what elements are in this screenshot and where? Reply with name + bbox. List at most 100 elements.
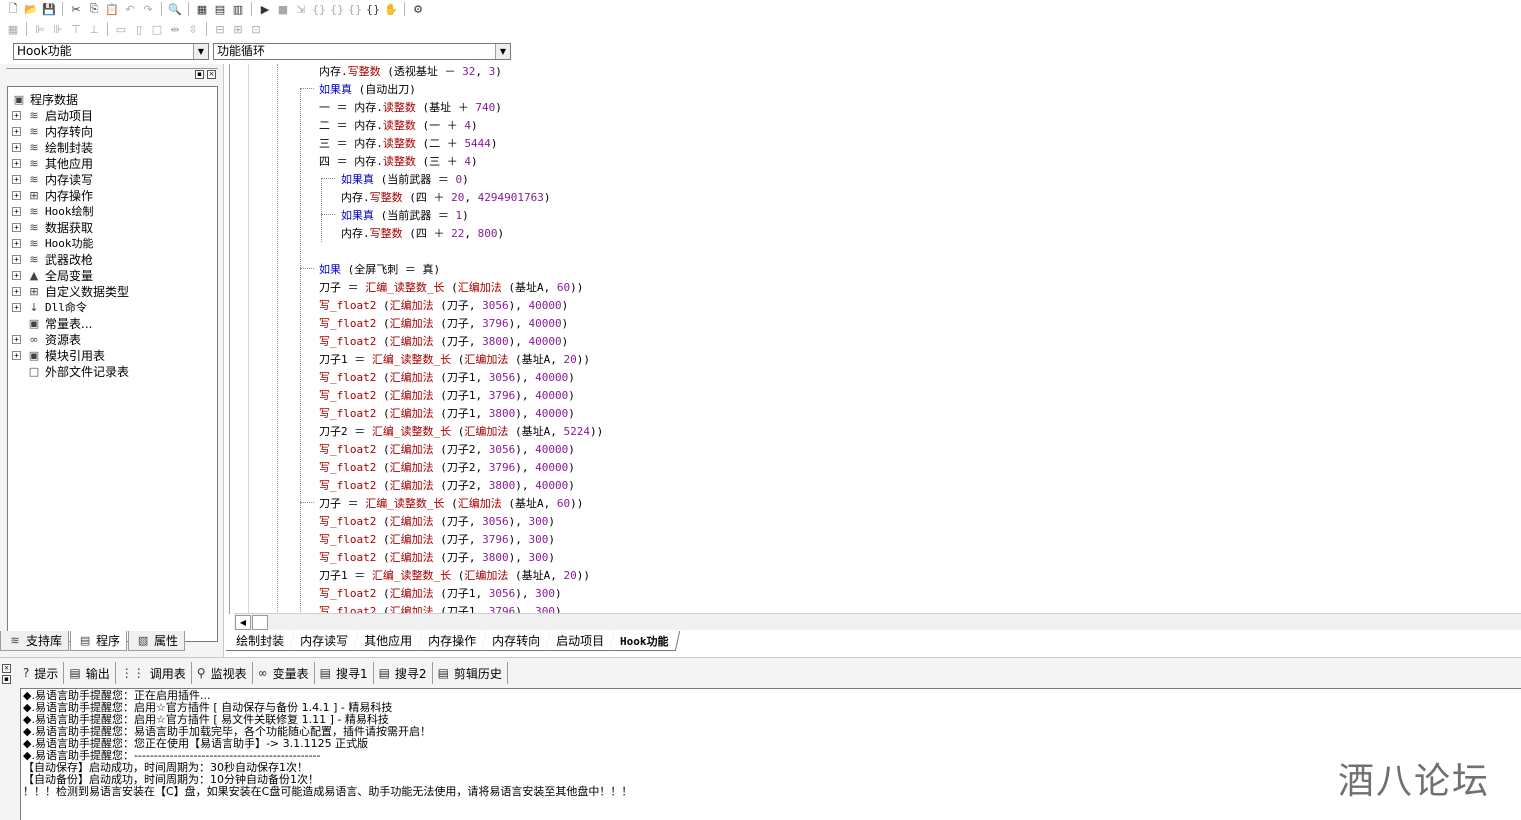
chevron-down-icon[interactable]: ▼ xyxy=(495,44,510,59)
space-h-icon[interactable]: ⇹ xyxy=(166,21,184,38)
tree-item[interactable]: + ▲ 全局变量 xyxy=(12,267,93,283)
code-line[interactable]: 写_float2 (汇编加法 (刀子1, 3800), 40000) xyxy=(319,405,575,423)
code-line[interactable]: 写_float2 (汇编加法 (刀子1, 3056), 40000) xyxy=(319,369,575,387)
editor-tab[interactable]: 内存操作 xyxy=(417,631,488,651)
expand-icon[interactable]: + xyxy=(12,238,21,248)
output-tab[interactable]: ▤ 搜寻1 xyxy=(315,662,374,684)
expand-icon[interactable]: + xyxy=(12,286,21,296)
code-line[interactable]: 刀子 ＝ 汇编_读整数_长 (汇编加法 (基址A, 60)) xyxy=(319,495,583,513)
subroutine-selector[interactable]: 功能循环 ▼ xyxy=(213,43,511,60)
tree-item[interactable]: □ 外部文件记录表 xyxy=(12,363,129,379)
tree-item[interactable]: + ≋ Hook功能 xyxy=(12,235,94,251)
copy-icon[interactable]: ⎘ xyxy=(85,1,103,18)
tree-item[interactable]: + ⊞ 自定义数据类型 xyxy=(12,283,129,299)
center-both-icon[interactable]: ⊡ xyxy=(247,21,265,38)
code-line[interactable]: 写_float2 (汇编加法 (刀子, 3056), 300) xyxy=(319,513,555,531)
output-tab[interactable]: ▤ 搜寻2 xyxy=(374,662,433,684)
undo-icon[interactable]: ↶ xyxy=(121,1,139,18)
code-line[interactable]: 如果 (全屏飞刺 ＝ 真) xyxy=(319,261,440,279)
tab-program[interactable]: ▤ 程序 xyxy=(70,631,128,651)
code-line[interactable]: 如果真 (当前武器 ＝ 1) xyxy=(341,207,469,225)
redo-icon[interactable]: ↷ xyxy=(139,1,157,18)
step-over-icon[interactable]: {} xyxy=(328,1,346,18)
restore-icon[interactable]: ▪ xyxy=(195,70,204,79)
code-line[interactable]: 写_float2 (汇编加法 (刀子1, 3796), 40000) xyxy=(319,387,575,405)
find-icon[interactable]: 🔍 xyxy=(166,1,184,18)
code-line[interactable]: 四 ＝ 内存.读整数 (三 ＋ 4) xyxy=(319,153,478,171)
code-line[interactable]: 写_float2 (汇编加法 (刀子, 3800), 40000) xyxy=(319,333,568,351)
align-middle-icon[interactable]: ⊥ xyxy=(85,21,103,38)
expand-icon[interactable]: + xyxy=(12,254,21,264)
tree-item[interactable]: + ⊞ 内存操作 xyxy=(12,187,93,203)
code-line[interactable]: 如果真 (当前武器 ＝ 0) xyxy=(341,171,469,189)
tree-root[interactable]: ▣ 程序数据 xyxy=(11,91,78,107)
output-tab[interactable]: ? 提示 xyxy=(18,662,65,684)
editor-tab[interactable]: 内存读写 xyxy=(289,631,360,651)
output-tab[interactable]: ⋮⋮ 调用表 xyxy=(116,662,192,684)
output-tab[interactable]: ▤ 输出 xyxy=(64,662,116,684)
code-line[interactable]: 内存.写整数 (四 ＋ 22, 800) xyxy=(341,225,504,243)
expand-icon[interactable]: + xyxy=(12,350,21,360)
center-h-icon[interactable]: ⊟ xyxy=(211,21,229,38)
expand-icon[interactable]: + xyxy=(12,174,21,184)
editor-tab[interactable]: 内存转向 xyxy=(481,631,552,651)
output-log[interactable]: ◆.易语言助手提醒您：正在启用插件... ◆.易语言助手提醒您：启用☆官方插件 [… xyxy=(20,688,1521,820)
tree-item[interactable]: + ≋ 内存读写 xyxy=(12,171,93,187)
plugin-icon[interactable]: ⚙ xyxy=(409,1,427,18)
paste-icon[interactable]: 📋 xyxy=(103,1,121,18)
code-line[interactable]: 写_float2 (汇编加法 (刀子2, 3056), 40000) xyxy=(319,441,575,459)
expand-icon[interactable]: + xyxy=(12,158,21,168)
code-line[interactable]: 如果真 (自动出刀) xyxy=(319,81,416,99)
step-out-icon[interactable]: {} xyxy=(346,1,364,18)
stop-icon[interactable]: ■ xyxy=(274,1,292,18)
align-center-icon[interactable]: ⊪ xyxy=(49,21,67,38)
scroll-left-icon[interactable]: ◀ xyxy=(235,615,251,630)
code-line[interactable]: 刀子2 ＝ 汇编_读整数_长 (汇编加法 (基址A, 5224)) xyxy=(319,423,603,441)
tree-item[interactable]: + ▣ 模块引用表 xyxy=(12,347,105,363)
run-icon[interactable]: ▶ xyxy=(256,1,274,18)
scroll-thumb[interactable] xyxy=(252,615,268,630)
expand-icon[interactable]: + xyxy=(12,190,21,200)
tree-item[interactable]: + ≋ 内存转向 xyxy=(12,123,93,139)
tree-item[interactable]: + ↓ Dll命令 xyxy=(12,299,87,315)
restore-icon[interactable]: ▪ xyxy=(2,675,11,684)
code-line[interactable]: 写_float2 (汇编加法 (刀子2, 3796), 40000) xyxy=(319,459,575,477)
expand-icon[interactable]: + xyxy=(12,270,21,280)
save-icon[interactable]: 💾 xyxy=(40,1,58,18)
horizontal-scrollbar[interactable]: ◀ xyxy=(234,613,1521,630)
code-line[interactable]: 写_float2 (汇编加法 (刀子, 3800), 300) xyxy=(319,549,555,567)
output-tab[interactable]: ▤ 剪辑历史 xyxy=(433,662,508,684)
code-editor[interactable]: 内存.写整数 (透视基址 － 32, 3) 如果真 (自动出刀) 一 ＝ 内存.读整… xyxy=(229,64,1521,614)
code-line[interactable]: 刀子1 ＝ 汇编_读整数_长 (汇编加法 (基址A, 20)) xyxy=(319,567,590,585)
braces-icon[interactable]: {} xyxy=(364,1,382,18)
code-line[interactable]: 三 ＝ 内存.读整数 (二 ＋ 5444) xyxy=(319,135,498,153)
new-file-icon[interactable]: 🗋 xyxy=(4,1,22,18)
align-left-icon[interactable]: ⊫ xyxy=(31,21,49,38)
step-icon[interactable]: ⇲ xyxy=(292,1,310,18)
expand-icon[interactable]: + xyxy=(12,206,21,216)
code-line[interactable]: 二 ＝ 内存.读整数 (一 ＋ 4) xyxy=(319,117,478,135)
tree-item[interactable]: + ≋ 启动项目 xyxy=(12,107,93,123)
expand-icon[interactable]: + xyxy=(12,222,21,232)
expand-icon[interactable]: + xyxy=(12,110,21,120)
code-line[interactable]: 一 ＝ 内存.读整数 (基址 ＋ 740) xyxy=(319,99,502,117)
expand-icon[interactable]: + xyxy=(12,126,21,136)
code-line[interactable]: 内存.写整数 (四 ＋ 20, 4294901763) xyxy=(341,189,550,207)
editor-tab[interactable]: 其他应用 xyxy=(353,631,424,651)
step-into-icon[interactable]: {} xyxy=(310,1,328,18)
code-line[interactable]: 写_float2 (汇编加法 (刀子1, 3056), 300) xyxy=(319,585,562,603)
program-selector[interactable]: Hook功能 ▼ xyxy=(13,43,209,60)
space-v-icon[interactable]: ⇳ xyxy=(184,21,202,38)
code-line[interactable]: 写_float2 (汇编加法 (刀子2, 3800), 40000) xyxy=(319,477,575,495)
output-tab[interactable]: ∞ 变量表 xyxy=(253,662,315,684)
expand-icon[interactable]: + xyxy=(12,302,21,312)
open-folder-icon[interactable]: 📂 xyxy=(22,1,40,18)
code-line[interactable]: 写_float2 (汇编加法 (刀子, 3056), 40000) xyxy=(319,297,568,315)
hand-icon[interactable]: ✋ xyxy=(382,1,400,18)
grid-icon[interactable]: ▦ xyxy=(4,21,22,38)
layout2-icon[interactable]: ▤ xyxy=(211,1,229,18)
same-width-icon[interactable]: ▭ xyxy=(112,21,130,38)
tree-item[interactable]: + ≋ 绘制封装 xyxy=(12,139,93,155)
tree-item[interactable]: + ∞ 资源表 xyxy=(12,331,81,347)
expand-icon[interactable]: + xyxy=(12,334,21,344)
